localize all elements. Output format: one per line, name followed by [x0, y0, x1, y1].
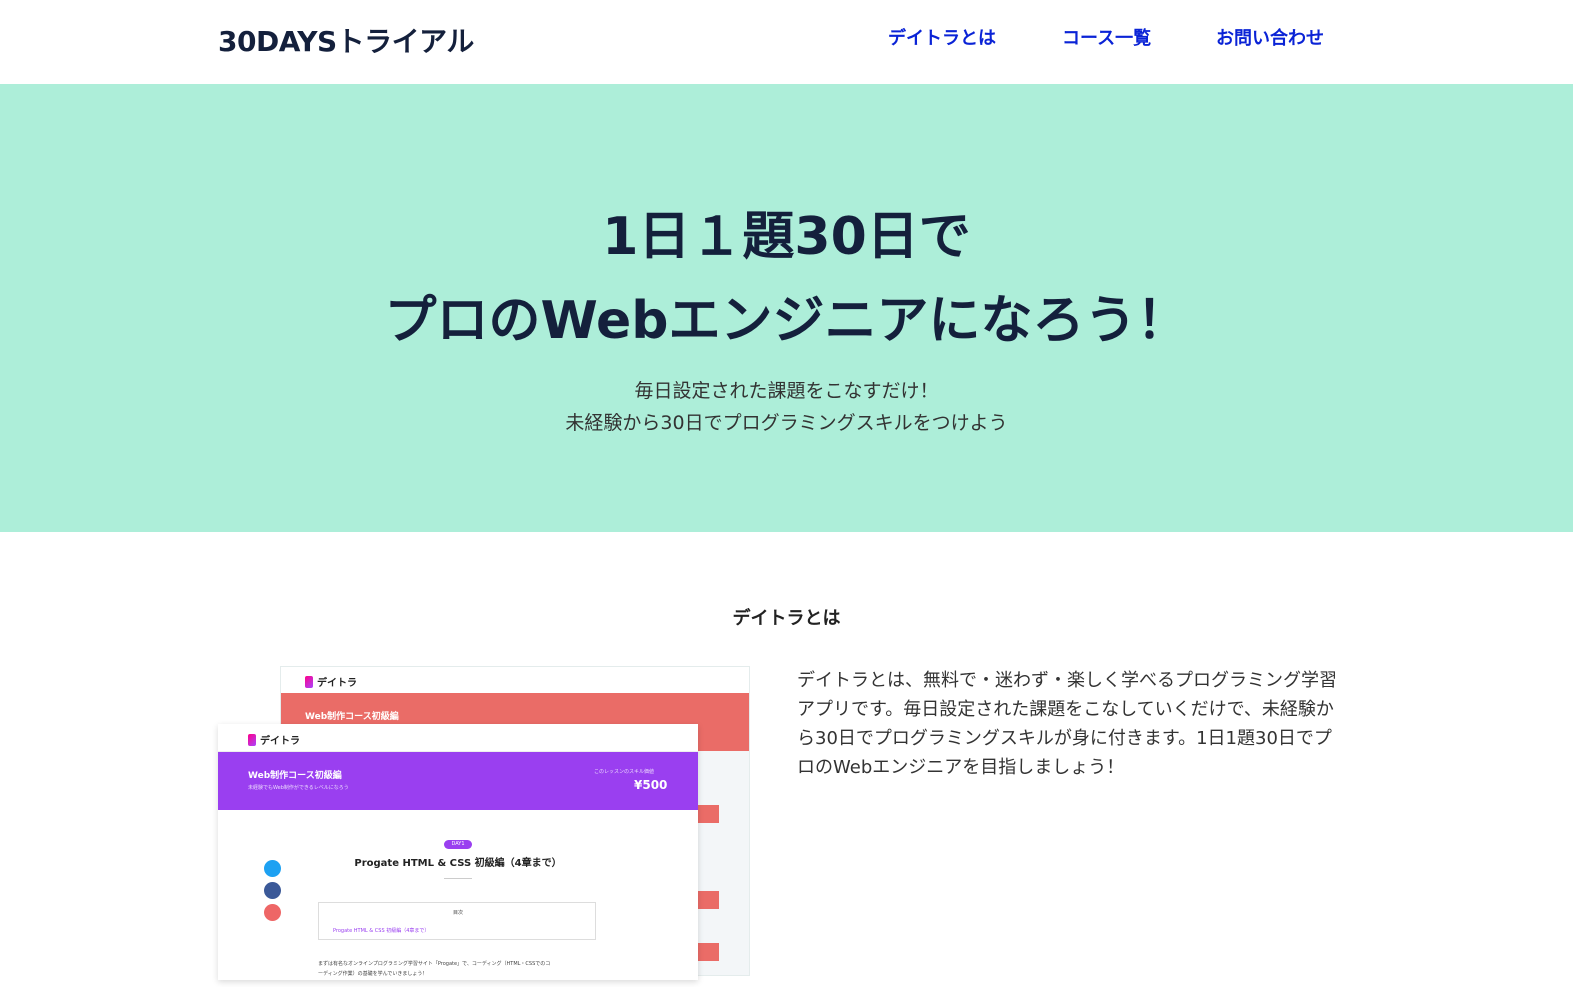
nav-link-about[interactable]: デイトラとは: [888, 24, 996, 50]
hero-section: 1日１題30日で プロのWebエンジニアになろう！ 毎日設定された課題をこなすだ…: [0, 84, 1573, 532]
table-of-contents: 目次 Progate HTML & CSS 初級編（4章まで）: [318, 902, 596, 940]
app-logo-icon: [305, 676, 313, 688]
body-text-line: まずは有名なオンラインプログラミング学習サイト「Progate」で、コーディング…: [318, 961, 551, 967]
front-topbar: デイトラ: [218, 724, 698, 752]
front-banner: Web制作コース初級編 未経験でもWeb制作ができるレベルになろう このレッスン…: [218, 752, 698, 810]
front-logo-text: デイトラ: [260, 736, 300, 747]
hero-title-line2: プロのWebエンジニアになろう！: [384, 291, 1189, 351]
day-badge: DAY1: [444, 840, 472, 849]
nav-link-contact[interactable]: お問い合わせ: [1216, 24, 1324, 50]
about-description: デイトラとは、無料で・迷わず・楽しく学べるプログラミング学習アプリです。毎日設定…: [797, 670, 1337, 778]
back-banner-title: Web制作コース初級編: [305, 712, 399, 722]
app-screenshot: デイトラ Web制作コース初級編 デイトラ Web制作コース初級編 未経験でもW…: [218, 666, 752, 980]
site-header: 30DAYSトライアル デイトラとは コース一覧 お問い合わせ: [0, 0, 1573, 84]
back-logo: デイトラ: [305, 674, 357, 689]
nav-link-courses[interactable]: コース一覧: [1062, 24, 1151, 50]
front-banner-price: ¥500: [634, 778, 668, 792]
back-topbar: デイトラ: [281, 667, 749, 693]
pocket-icon: [264, 904, 281, 921]
app-logo-icon: [248, 734, 256, 746]
about-heading: デイトラとは: [732, 608, 841, 629]
hero-title-line1: 1日１題30日で: [602, 207, 971, 267]
main-nav: デイトラとは コース一覧 お問い合わせ: [0, 24, 1573, 54]
facebook-icon: [264, 882, 281, 899]
toc-item: Progate HTML & CSS 初級編（4章まで）: [333, 928, 430, 934]
front-banner-title: Web制作コース初級編: [248, 771, 342, 781]
front-logo: デイトラ: [248, 732, 300, 747]
back-logo-text: デイトラ: [317, 678, 357, 689]
hero-subtitle-line2: 未経験から30日でプログラミングスキルをつけよう: [565, 412, 1008, 434]
lesson-title: Progate HTML & CSS 初級編（4章まで）: [354, 858, 562, 869]
twitter-icon: [264, 860, 281, 877]
screenshot-front-card: デイトラ Web制作コース初級編 未経験でもWeb制作ができるレベルになろう こ…: [218, 724, 698, 980]
hero-subtitle-line1: 毎日設定された課題をこなすだけ！: [634, 380, 939, 402]
title-underline: [444, 878, 472, 879]
toc-title: 目次: [452, 910, 463, 916]
body-text-line: ーディング作業）の基礎を学んでいきましょう！: [318, 971, 428, 977]
front-banner-subtitle: 未経験でもWeb制作ができるレベルになろう: [248, 785, 349, 791]
front-banner-price-label: このレッスンのスキル価値: [594, 769, 655, 775]
